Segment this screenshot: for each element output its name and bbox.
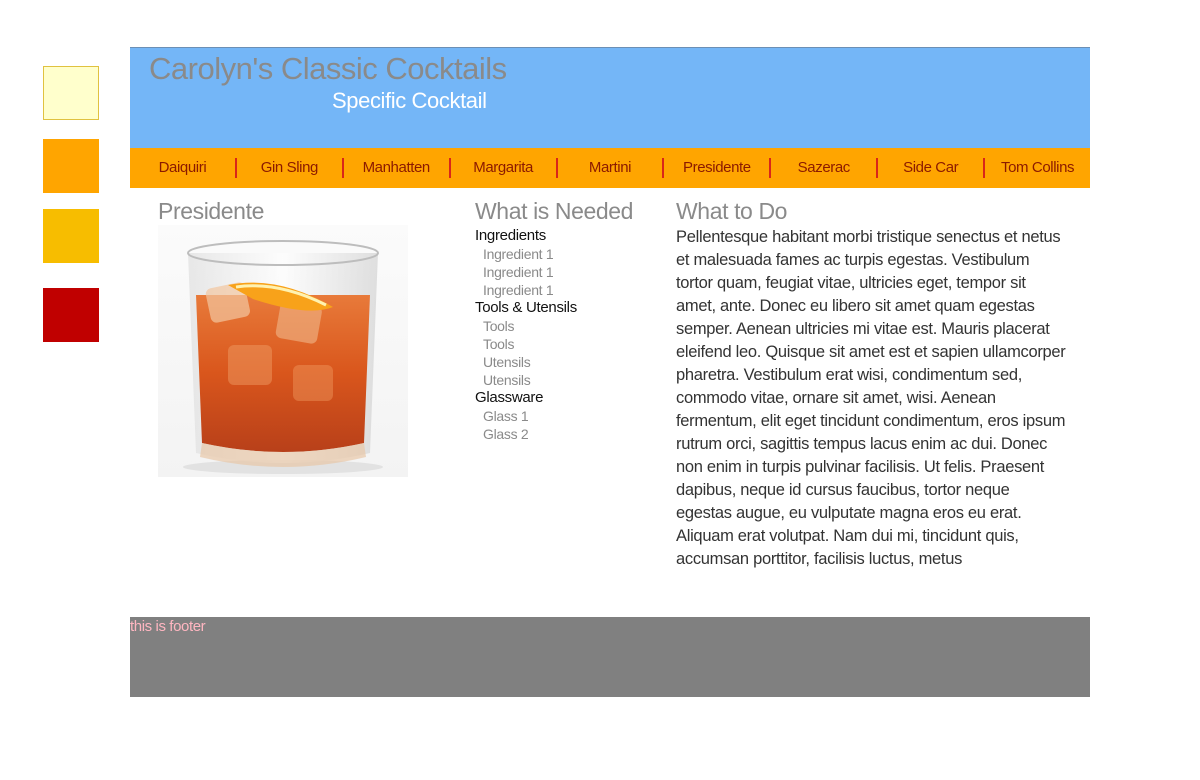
nav-item-tom-collins[interactable]: Tom Collins [983, 158, 1090, 178]
nav-item-margarita[interactable]: Margarita [448, 158, 556, 178]
ingredients-heading: Ingredients [475, 227, 546, 244]
needed-list: Ingredients Ingredient 1 Ingredient 1 In… [475, 227, 655, 443]
nav-item-daiquiri[interactable]: Daiquiri [130, 158, 235, 178]
cocktail-glass-photo [158, 225, 408, 477]
site-title: Carolyn's Classic Cocktails [149, 51, 507, 86]
ingredient-item: Ingredient 1 [483, 246, 554, 262]
nav-item-sazerac[interactable]: Sazerac [769, 158, 876, 178]
cocktail-glass-icon [183, 240, 383, 474]
swatch-gold [43, 209, 99, 263]
cocktail-title: Presidente [158, 198, 264, 224]
glassware-item: Glass 2 [483, 426, 529, 442]
nav-item-gin-sling[interactable]: Gin Sling [234, 158, 342, 178]
todo-title: What to Do [676, 198, 788, 224]
tool-item: Tools [483, 318, 515, 334]
footer-text: this is footer [130, 618, 206, 635]
tools-heading: Tools & Utensils [475, 299, 577, 316]
glassware-item: Glass 1 [483, 408, 529, 424]
main-content: Presidente What is Needed Ingredients In… [130, 188, 1090, 617]
site-footer: this is footer [130, 617, 1090, 697]
page-container: Carolyn's Classic Cocktails Specific Coc… [130, 47, 1090, 697]
ingredient-item: Ingredient 1 [483, 282, 554, 298]
nav-item-manhatten[interactable]: Manhatten [341, 158, 449, 178]
site-subtitle: Specific Cocktail [332, 88, 487, 113]
nav-item-presidente[interactable]: Presidente [662, 158, 769, 178]
needed-title: What is Needed [475, 198, 634, 224]
ingredient-item: Ingredient 1 [483, 264, 554, 280]
nav-item-side-car[interactable]: Side Car [876, 158, 983, 178]
tool-item: Tools [483, 336, 515, 352]
tool-item: Utensils [483, 354, 531, 370]
tool-item: Utensils [483, 372, 531, 388]
instructions-text: Pellentesque habitant morbi tristique se… [676, 228, 1066, 568]
glassware-heading: Glassware [475, 389, 544, 406]
swatch-pale-yellow [43, 66, 99, 120]
nav-item-martini[interactable]: Martini [555, 158, 663, 178]
site-header: Carolyn's Classic Cocktails Specific Coc… [130, 47, 1090, 148]
swatch-orange [43, 139, 99, 193]
cocktail-nav: Daiquiri Gin Sling Manhatten Margarita M… [130, 148, 1090, 188]
swatch-red [43, 288, 99, 342]
